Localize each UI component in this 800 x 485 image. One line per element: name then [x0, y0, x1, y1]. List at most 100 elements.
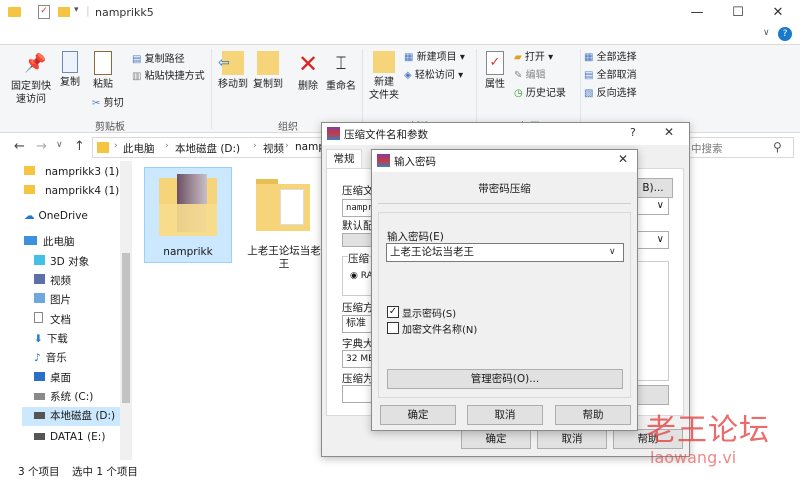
nav-item-onedrive[interactable]: ☁ OneDrive [24, 207, 88, 226]
nav-item-namprikk3[interactable]: namprikk3 (1) [24, 163, 119, 182]
selected-count: 选中 1 个项目 [72, 466, 138, 478]
select-none-button[interactable]: ▤ 全部取消 [584, 69, 637, 83]
file-item-folder2[interactable]: 上老王论坛当老 王 [240, 167, 328, 277]
video-icon [34, 274, 45, 284]
qat-dropdown-icon[interactable]: ▾ [74, 5, 79, 15]
cloud-icon: ☁ [24, 210, 35, 222]
up-arrow-icon[interactable]: ↑ [74, 139, 85, 154]
divider [211, 49, 212, 129]
label-default-profile: 默认配 [342, 220, 374, 232]
scrollbar-thumb[interactable] [122, 253, 130, 403]
label-method: 压缩方 [342, 302, 374, 314]
invert-selection-button[interactable]: ▧ 反向选择 [584, 87, 637, 101]
paste-shortcut-button[interactable]: ▥ 粘贴快捷方式 [132, 70, 205, 84]
minimize-button[interactable]: — [677, 0, 717, 25]
dialog-help-icon[interactable]: ? [630, 126, 636, 139]
picture-icon [34, 293, 45, 303]
search-icon: ⚲ [773, 140, 782, 154]
password-help-button[interactable]: 帮助 [555, 405, 631, 425]
drive-icon [34, 433, 45, 440]
breadcrumb-pc[interactable]: 此电脑 [123, 141, 155, 156]
pin-quick-access-button[interactable]: 📌 固定到快 速访问 [8, 51, 54, 106]
nav-item-drive-c[interactable]: 系统 (C:) [34, 388, 93, 407]
nav-item-3d[interactable]: 3D 对象 [34, 253, 89, 272]
password-ok-button[interactable]: 确定 [380, 405, 456, 425]
ribbon-tab-bar: 文件 主页 共享 查看 ∨ ? [0, 25, 800, 69]
nav-item-pictures[interactable]: 图片 [34, 291, 71, 310]
paste-button[interactable]: 粘贴 [88, 51, 118, 91]
qat-new-folder-icon[interactable] [58, 7, 70, 17]
dialog-close-icon[interactable]: ✕ [664, 125, 674, 139]
archive-ok-button[interactable]: 确定 [461, 429, 531, 449]
password-separator [378, 203, 631, 204]
navigation-pane: namprikk3 (1) namprikk4 (1) ☁ OneDrive 此电… [0, 161, 132, 460]
easy-access-button[interactable]: ◈ 轻松访问 ▾ [404, 69, 463, 83]
encrypt-names-label[interactable]: 加密文件名称(N) [402, 321, 477, 336]
archive-help-button[interactable]: 帮助 [613, 429, 683, 449]
settings-button[interactable] [633, 385, 669, 405]
password-dropdown-icon[interactable]: ∨ [609, 244, 616, 260]
password-close-icon[interactable]: ✕ [618, 152, 628, 166]
nav-item-desktop[interactable]: 桌面 [34, 369, 71, 388]
address-bar[interactable]: › 此电脑 › 本地磁盘 (D:) › 视频 › nampr [92, 137, 329, 158]
browse-button[interactable]: B)... [633, 178, 673, 198]
new-folder-button[interactable]: 新建 文件夹 [366, 51, 402, 102]
easy-access-icon: ◈ [404, 70, 412, 81]
archive-name-dropdown[interactable]: ∨ [633, 197, 669, 215]
qat-properties-icon[interactable]: ✓ [38, 5, 50, 19]
tab-general[interactable]: 常规 [326, 149, 362, 169]
recent-chevron-icon[interactable]: ∨ [56, 140, 63, 150]
show-password-label[interactable]: 显示密码(S) [402, 305, 456, 320]
properties-icon: ✓ [486, 51, 504, 75]
copy-button[interactable]: 复制 [56, 51, 84, 89]
chevron-down-icon[interactable]: ∨ [763, 28, 770, 38]
nav-item-music[interactable]: ♪ 音乐 [34, 349, 67, 368]
nav-item-videos[interactable]: 视频 [34, 272, 71, 291]
new-item-button[interactable]: ▦ 新建项目 ▾ [404, 51, 465, 65]
archive-cancel-button[interactable]: 取消 [537, 429, 607, 449]
password-input[interactable]: 上老王论坛当老王 ∨ [386, 243, 624, 262]
file-item-namprikk[interactable]: namprikk [144, 167, 232, 263]
close-button[interactable]: ✕ [758, 0, 798, 25]
open-button[interactable]: ▰ 打开 ▾ [514, 51, 553, 65]
password-dialog-title: 输入密码 [394, 156, 436, 168]
encrypt-names-checkbox[interactable] [387, 322, 399, 334]
cut-button[interactable]: ✂ 剪切 [92, 97, 124, 111]
nav-scrollbar[interactable] [120, 161, 132, 460]
manage-passwords-button[interactable]: 管理密码(O)... [387, 369, 623, 389]
pin-icon: 📌 [24, 53, 47, 74]
file-name: 上老王论坛当老 王 [247, 245, 321, 270]
password-title-bar: 输入密码 ✕ [372, 150, 637, 172]
delete-button[interactable]: ✕ 删除 [294, 51, 322, 93]
group-label-clipboard: 剪贴板 [95, 122, 125, 133]
update-mode-dropdown[interactable]: ∨ [633, 231, 669, 249]
help-icon[interactable]: ? [778, 27, 792, 41]
copy-to-icon [257, 51, 279, 75]
copy-path-button[interactable]: ▤ 复制路径 [132, 53, 185, 67]
nav-item-namprikk4[interactable]: namprikk4 (1) [24, 182, 119, 201]
edit-button[interactable]: ✎ 编辑 [514, 69, 546, 83]
select-all-button[interactable]: ▦ 全部选择 [584, 51, 637, 65]
nav-item-drive-d[interactable]: 本地磁盘 (D:) [22, 407, 120, 426]
format-radio-rar[interactable]: ◉ RA [350, 271, 373, 281]
label-dictionary: 字典大 [342, 338, 374, 350]
maximize-button[interactable]: ☐ [718, 0, 758, 25]
nav-item-this-pc[interactable]: 此电脑 [24, 233, 75, 252]
nav-item-drive-e[interactable]: DATA1 (E:) [34, 428, 105, 447]
history-button[interactable]: ◷ 历史记录 [514, 87, 566, 101]
rename-button[interactable]: ⌶ 重命名 [324, 51, 358, 93]
forward-arrow-icon[interactable]: → [36, 139, 47, 154]
nav-item-downloads[interactable]: ⬇ 下载 [34, 330, 68, 349]
password-cancel-button[interactable]: 取消 [467, 405, 543, 425]
move-to-icon: ⇦ [218, 51, 244, 75]
back-arrow-icon[interactable]: ← [14, 139, 25, 154]
breadcrumb-drive[interactable]: 本地磁盘 (D:) [175, 141, 240, 156]
move-to-button[interactable]: ⇦ 移动到 [216, 51, 250, 91]
select-none-icon: ▤ [584, 70, 594, 81]
new-folder-icon [373, 51, 395, 73]
show-password-checkbox[interactable]: ✓ [387, 306, 399, 318]
copy-to-button[interactable]: 复制到 [251, 51, 285, 91]
breadcrumb-videos[interactable]: 视频 [263, 141, 284, 156]
nav-item-documents[interactable]: 文档 [34, 311, 71, 330]
properties-button[interactable]: ✓ 属性 [480, 51, 510, 91]
